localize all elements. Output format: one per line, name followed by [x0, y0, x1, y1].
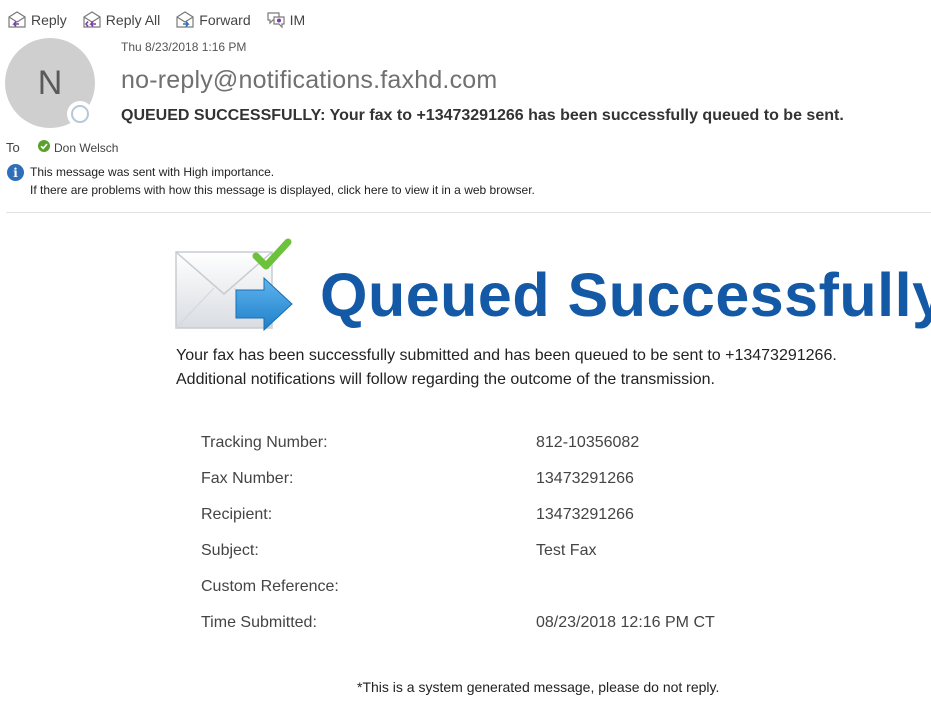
recipient-name: Don Welsch: [54, 140, 119, 155]
recipient-chip[interactable]: Don Welsch: [38, 140, 118, 155]
message-date: Thu 8/23/2018 1:16 PM: [121, 40, 247, 54]
detail-row: Subject: Test Fax: [201, 533, 715, 569]
to-label: To: [6, 140, 20, 155]
detail-row: Tracking Number: 812-10356082: [201, 425, 715, 461]
hero-title: Queued Successfully: [320, 261, 931, 329]
forward-label: Forward: [199, 12, 251, 28]
available-check-icon: [38, 140, 50, 155]
detail-row: Recipient: 13473291266: [201, 497, 715, 533]
fax-details-table: Tracking Number: 812-10356082 Fax Number…: [201, 425, 715, 641]
detail-label: Subject:: [201, 542, 259, 559]
detail-label: Custom Reference:: [201, 578, 339, 595]
im-button[interactable]: IM: [265, 10, 306, 30]
im-label: IM: [289, 12, 306, 28]
reply-all-button[interactable]: Reply All: [81, 10, 160, 30]
reply-icon: [6, 10, 28, 30]
detail-row: Fax Number: 13473291266: [201, 461, 715, 497]
detail-label: Recipient:: [201, 506, 273, 523]
info-icon: i: [7, 164, 24, 181]
presence-icon: [67, 101, 93, 127]
detail-label: Tracking Number:: [201, 434, 328, 451]
im-icon: [265, 10, 287, 30]
info-bar: i This message was sent with High import…: [7, 163, 535, 199]
detail-value: 13473291266: [536, 470, 634, 487]
detail-value: 08/23/2018 12:16 PM CT: [536, 614, 715, 631]
envelope-check-arrow-icon: [172, 238, 297, 343]
reply-button[interactable]: Reply: [6, 10, 67, 30]
message-subject: QUEUED SUCCESSFULLY: Your fax to +134732…: [121, 107, 844, 124]
detail-value: 812-10356082: [536, 434, 640, 451]
detail-label: Time Submitted:: [201, 614, 317, 631]
detail-value: Test Fax: [536, 542, 597, 559]
detail-row: Time Submitted: 08/23/2018 12:16 PM CT: [201, 605, 715, 641]
reply-all-icon: [81, 10, 103, 30]
reply-label: Reply: [31, 12, 67, 28]
detail-value: 13473291266: [536, 506, 634, 523]
footer-note: *This is a system generated message, ple…: [357, 679, 720, 695]
intro-line-2: Additional notifications will follow reg…: [176, 371, 715, 388]
header-divider: [6, 212, 931, 213]
intro-text: Your fax has been successfully submitted…: [176, 344, 837, 392]
detail-label: Fax Number:: [201, 470, 294, 487]
avatar-initial: N: [37, 63, 63, 102]
forward-icon: [174, 10, 196, 30]
forward-button[interactable]: Forward: [174, 10, 251, 30]
web-view-link[interactable]: If there are problems with how this mess…: [30, 181, 535, 199]
importance-notice: This message was sent with High importan…: [30, 165, 275, 179]
detail-row: Custom Reference:: [201, 569, 715, 605]
intro-line-1: Your fax has been successfully submitted…: [176, 347, 837, 364]
sender-address[interactable]: no-reply@notifications.faxhd.com: [121, 66, 497, 95]
to-row: To Don Welsch: [6, 140, 118, 155]
message-toolbar: Reply Reply All Forward IM: [6, 8, 305, 32]
reply-all-label: Reply All: [105, 12, 161, 28]
